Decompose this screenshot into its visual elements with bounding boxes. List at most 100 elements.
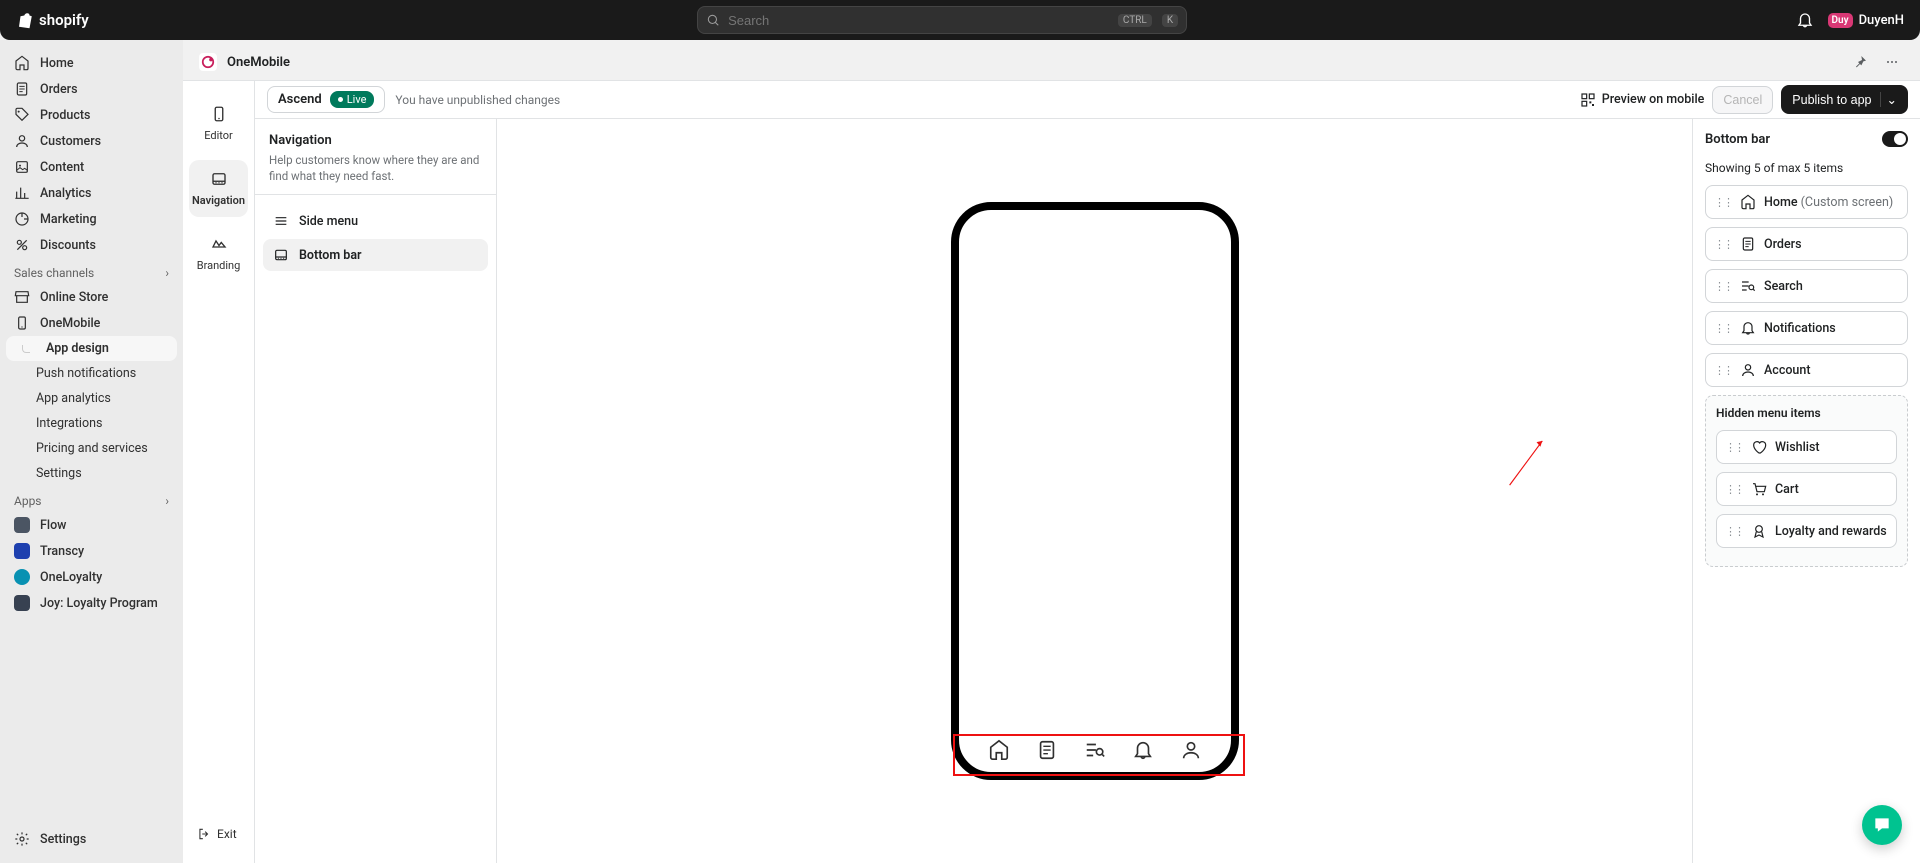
chevron-down-icon[interactable]: ⌄ — [1880, 92, 1897, 107]
bell-icon — [1740, 320, 1756, 336]
section-sales[interactable]: Sales channels› — [6, 258, 177, 284]
action-bar: Ascend Live You have unpublished changes… — [255, 81, 1920, 119]
phone-orders-icon[interactable] — [1036, 739, 1058, 761]
mobile-icon — [210, 105, 228, 123]
chevron-right-icon: › — [165, 266, 169, 280]
section-apps[interactable]: Apps› — [6, 486, 177, 512]
menu-item-orders[interactable]: ⋮⋮Orders — [1705, 227, 1908, 261]
nav-analytics[interactable]: Analytics — [6, 180, 177, 206]
brand-icon — [210, 235, 228, 253]
phone-home-icon[interactable] — [988, 739, 1010, 761]
item-count: Showing 5 of max 5 items — [1705, 161, 1908, 175]
nav-settings-sub[interactable]: Settings — [6, 461, 177, 486]
user-menu[interactable]: Duy DuyenH — [1828, 13, 1905, 28]
preview-canvas — [497, 119, 1692, 863]
left-sidebar: Home Orders Products Customers Content A… — [0, 40, 183, 863]
nav-marketing[interactable]: Marketing — [6, 206, 177, 232]
nav-oneloyalty[interactable]: OneLoyalty — [6, 564, 177, 590]
kbd-k: K — [1162, 14, 1178, 27]
status-badge: Live — [330, 91, 375, 108]
hidden-item-cart[interactable]: ⋮⋮Cart — [1716, 472, 1897, 506]
nav-panel: Navigation Help customers know where the… — [255, 119, 497, 863]
drag-handle-icon[interactable]: ⋮⋮ — [1725, 483, 1743, 496]
phone-frame — [951, 202, 1239, 780]
bottombar-icon — [210, 170, 228, 188]
theme-pill[interactable]: Ascend Live — [267, 86, 385, 113]
chat-fab[interactable] — [1862, 805, 1902, 845]
app-logo-icon — [199, 53, 217, 71]
menu-item-notifications[interactable]: ⋮⋮Notifications — [1705, 311, 1908, 345]
chevron-right-icon: › — [165, 494, 169, 508]
publish-button[interactable]: Publish to app⌄ — [1781, 85, 1908, 114]
home-icon — [14, 55, 30, 71]
drag-handle-icon[interactable]: ⋮⋮ — [1714, 280, 1732, 293]
kbd-ctrl: CTRL — [1118, 14, 1152, 27]
topbar: shopify CTRL K Duy DuyenH — [0, 0, 1920, 40]
user-icon — [14, 133, 30, 149]
hidden-item-wishlist[interactable]: ⋮⋮Wishlist — [1716, 430, 1897, 464]
drag-handle-icon[interactable]: ⋮⋮ — [1725, 525, 1743, 538]
drag-handle-icon[interactable]: ⋮⋮ — [1725, 441, 1743, 454]
shopify-logo[interactable]: shopify — [16, 11, 89, 29]
heart-icon — [1751, 439, 1767, 455]
nav-onemobile[interactable]: OneMobile — [6, 310, 177, 336]
nav-products[interactable]: Products — [6, 102, 177, 128]
search-icon — [706, 13, 720, 27]
drag-handle-icon[interactable]: ⋮⋮ — [1714, 196, 1732, 209]
menu-item-account[interactable]: ⋮⋮Account — [1705, 353, 1908, 387]
exit-icon — [197, 827, 211, 841]
menu-item-search[interactable]: ⋮⋮Search — [1705, 269, 1908, 303]
phone-search-icon[interactable] — [1084, 739, 1106, 761]
exit-button[interactable]: Exit — [189, 819, 248, 849]
nav-settings[interactable]: Settings — [6, 825, 177, 853]
nav-discounts[interactable]: Discounts — [6, 232, 177, 258]
nav-side-menu[interactable]: Side menu — [263, 205, 488, 237]
phone-account-icon[interactable] — [1180, 739, 1202, 761]
hidden-items-title: Hidden menu items — [1716, 406, 1897, 420]
secondary-sidebar: Editor Navigation Branding Exit — [183, 81, 255, 863]
search-input[interactable] — [728, 13, 1108, 28]
nav-home[interactable]: Home — [6, 50, 177, 76]
bell-icon[interactable] — [1796, 11, 1814, 29]
phone-bottom-bar — [959, 728, 1231, 772]
cart-icon — [1751, 481, 1767, 497]
nav-orders[interactable]: Orders — [6, 76, 177, 102]
menu-icon — [273, 213, 289, 229]
right-panel: Bottom bar Showing 5 of max 5 items ⋮⋮Ho… — [1692, 119, 1920, 863]
pin-button[interactable] — [1848, 50, 1872, 74]
tab-navigation[interactable]: Navigation — [189, 160, 248, 217]
nav-online-store[interactable]: Online Store — [6, 284, 177, 310]
drag-handle-icon[interactable]: ⋮⋮ — [1714, 238, 1732, 251]
bottom-bar-toggle[interactable] — [1882, 131, 1908, 147]
qr-icon — [1580, 92, 1596, 108]
drag-handle-icon[interactable]: ⋮⋮ — [1714, 322, 1732, 335]
nav-flow[interactable]: Flow — [6, 512, 177, 538]
orders-icon — [14, 81, 30, 97]
preview-button[interactable]: Preview on mobile — [1580, 92, 1705, 108]
drag-handle-icon[interactable]: ⋮⋮ — [1714, 364, 1732, 377]
username: DuyenH — [1859, 13, 1904, 28]
hidden-item-loyalty[interactable]: ⋮⋮Loyalty and rewards — [1716, 514, 1897, 548]
nav-push-notifications[interactable]: Push notifications — [6, 361, 177, 386]
nav-pricing[interactable]: Pricing and services — [6, 436, 177, 461]
chart-icon — [14, 185, 30, 201]
menu-item-home[interactable]: ⋮⋮Home (Custom screen) — [1705, 185, 1908, 219]
nav-content[interactable]: Content — [6, 154, 177, 180]
nav-app-analytics[interactable]: App analytics — [6, 386, 177, 411]
nav-transcy[interactable]: Transcy — [6, 538, 177, 564]
annotation-arrow — [1475, 439, 1575, 489]
dots-icon — [1884, 54, 1900, 70]
brand-text: shopify — [39, 11, 89, 29]
phone-bell-icon[interactable] — [1132, 739, 1154, 761]
nav-customers[interactable]: Customers — [6, 128, 177, 154]
nav-app-design[interactable]: App design — [6, 336, 177, 361]
nav-integrations[interactable]: Integrations — [6, 411, 177, 436]
cancel-button: Cancel — [1712, 86, 1773, 114]
search-box[interactable]: CTRL K — [697, 6, 1187, 34]
tab-editor[interactable]: Editor — [189, 95, 248, 152]
orders-icon — [1740, 236, 1756, 252]
tab-branding[interactable]: Branding — [189, 225, 248, 282]
nav-bottom-bar[interactable]: Bottom bar — [263, 239, 488, 271]
nav-joy[interactable]: Joy: Loyalty Program — [6, 590, 177, 616]
more-button[interactable] — [1880, 50, 1904, 74]
